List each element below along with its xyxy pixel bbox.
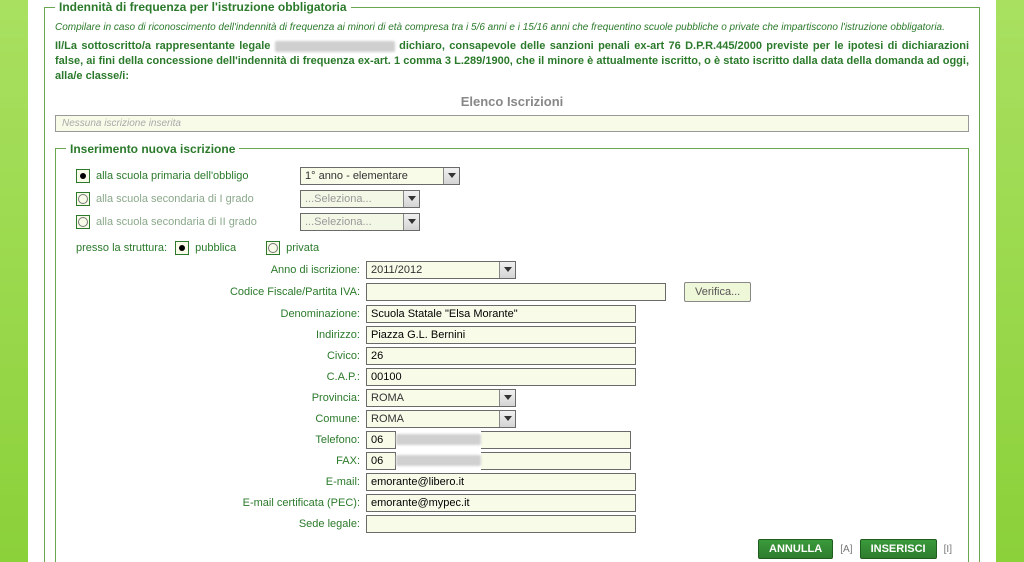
cancel-button[interactable]: ANNULLA [758, 539, 833, 559]
label-sec2: alla scuola secondaria di II grado [96, 216, 286, 228]
cancel-key: [A] [840, 544, 852, 555]
label-indirizzo: Indirizzo: [146, 329, 366, 341]
input-cap[interactable] [366, 368, 636, 386]
verify-button[interactable]: Verifica... [684, 282, 751, 302]
declaration: Il/La sottoscritto/a rappresentante lega… [55, 39, 969, 84]
value-provincia: ROMA [371, 392, 404, 404]
radio-sec2[interactable] [76, 215, 90, 229]
opt-primary-row: alla scuola primaria dell'obbligo 1° ann… [76, 167, 958, 185]
label-email: E-mail: [146, 476, 366, 488]
label-private: privata [286, 242, 319, 254]
chevron-down-icon [499, 411, 515, 427]
chevron-down-icon [403, 191, 419, 207]
iscrizioni-title: Elenco Iscrizioni [55, 94, 969, 109]
decor-right-bar [996, 0, 1024, 562]
page-content: Indennità di frequenza per l'istruzione … [32, 0, 992, 562]
select-sec1[interactable]: ...Seleziona... [300, 190, 420, 208]
radio-primary[interactable] [76, 169, 90, 183]
label-sec1: alla scuola secondaria di I grado [96, 193, 286, 205]
input-cf[interactable] [366, 283, 666, 301]
viewport: Indennità di frequenza per l'istruzione … [0, 0, 1024, 562]
label-sede: Sede legale: [146, 518, 366, 530]
value-comune: ROMA [371, 413, 404, 425]
select-primary-year[interactable]: 1° anno - elementare [300, 167, 460, 185]
select-primary-value: 1° anno - elementare [305, 170, 408, 182]
main-legend: Indennità di frequenza per l'istruzione … [55, 0, 351, 14]
input-fax-prefix[interactable] [366, 452, 396, 470]
iscrizioni-empty: Nessuna iscrizione inserita [55, 115, 969, 132]
select-provincia[interactable]: ROMA [366, 389, 516, 407]
new-enrollment-fieldset: Inserimento nuova iscrizione alla scuola… [55, 142, 969, 562]
new-enrollment-legend: Inserimento nuova iscrizione [66, 142, 239, 156]
school-options: alla scuola primaria dell'obbligo 1° ann… [76, 167, 958, 255]
radio-private[interactable] [266, 241, 280, 255]
chevron-down-icon [403, 214, 419, 230]
input-sede[interactable] [366, 515, 636, 533]
input-fax-rest[interactable] [481, 452, 631, 470]
input-pec[interactable] [366, 494, 636, 512]
structure-row: presso la struttura: pubblica privata [76, 241, 958, 255]
structure-label: presso la struttura: [76, 242, 167, 254]
hint-text: Compilare in caso di riconoscimento dell… [55, 22, 969, 33]
select-anno[interactable]: 2011/2012 [366, 261, 516, 279]
label-civico: Civico: [146, 350, 366, 362]
label-telefono: Telefono: [146, 434, 366, 446]
declaration-before: Il/La sottoscritto/a rappresentante lega… [55, 40, 275, 52]
select-sec2-value: ...Seleziona... [305, 216, 372, 228]
label-provincia: Provincia: [146, 392, 366, 404]
main-fieldset: Indennità di frequenza per l'istruzione … [44, 0, 980, 562]
redacted-phone [396, 434, 481, 445]
label-anno: Anno di iscrizione: [146, 264, 366, 276]
select-comune[interactable]: ROMA [366, 410, 516, 428]
redacted-fax [396, 455, 481, 466]
value-anno: 2011/2012 [371, 264, 422, 276]
label-primary: alla scuola primaria dell'obbligo [96, 170, 286, 182]
opt-sec2-row: alla scuola secondaria di II grado ...Se… [76, 213, 958, 231]
redacted-name [275, 41, 395, 52]
label-denom: Denominazione: [146, 308, 366, 320]
input-telefono-rest[interactable] [481, 431, 631, 449]
label-pec: E-mail certificata (PEC): [146, 497, 366, 509]
radio-sec1[interactable] [76, 192, 90, 206]
input-denom[interactable] [366, 305, 636, 323]
opt-sec1-row: alla scuola secondaria di I grado ...Sel… [76, 190, 958, 208]
label-cf: Codice Fiscale/Partita IVA: [146, 286, 366, 298]
input-civico[interactable] [366, 347, 636, 365]
label-comune: Comune: [146, 413, 366, 425]
action-bar: ANNULLA [A] INSERISCI [I] [66, 539, 956, 559]
radio-public[interactable] [175, 241, 189, 255]
chevron-down-icon [443, 168, 459, 184]
select-sec2[interactable]: ...Seleziona... [300, 213, 420, 231]
label-public: pubblica [195, 242, 236, 254]
chevron-down-icon [499, 262, 515, 278]
input-email[interactable] [366, 473, 636, 491]
chevron-down-icon [499, 390, 515, 406]
input-telefono-prefix[interactable] [366, 431, 396, 449]
insert-key: [I] [944, 544, 952, 555]
decor-left-bar [0, 0, 28, 562]
select-sec1-value: ...Seleziona... [305, 193, 372, 205]
insert-button[interactable]: INSERISCI [860, 539, 937, 559]
label-fax: FAX: [146, 455, 366, 467]
form-grid: Anno di iscrizione: 2011/2012 Codice Fis… [146, 261, 958, 533]
label-cap: C.A.P.: [146, 371, 366, 383]
input-indirizzo[interactable] [366, 326, 636, 344]
